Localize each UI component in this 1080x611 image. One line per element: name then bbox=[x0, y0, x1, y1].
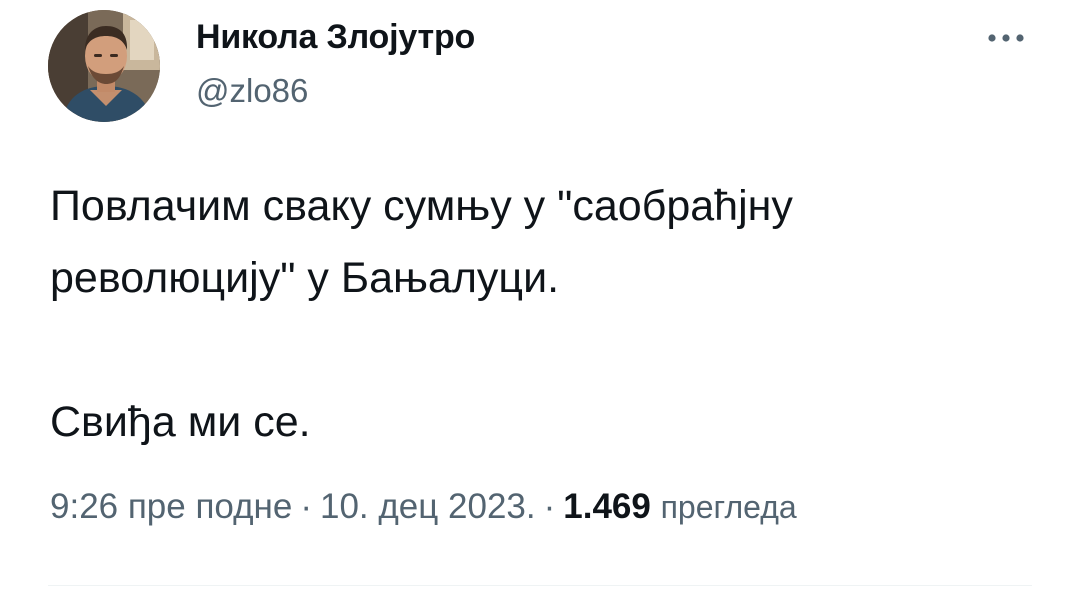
tweet-text: Повлачим сваку сумњу у "саобраћјну револ… bbox=[50, 170, 1030, 458]
avatar-photo bbox=[48, 10, 160, 122]
more-options-button[interactable] bbox=[984, 20, 1028, 56]
separator: · bbox=[300, 487, 312, 526]
more-horizontal-icon bbox=[988, 34, 1024, 42]
avatar[interactable] bbox=[48, 10, 160, 122]
author-name[interactable]: Никола Злојутро bbox=[196, 18, 475, 57]
views-label: прегледа bbox=[660, 489, 797, 525]
separator: · bbox=[543, 487, 556, 526]
views-count[interactable]: 1.469 bbox=[563, 487, 651, 526]
divider bbox=[48, 585, 1032, 586]
tweet: Никола Злојутро @zlo86 Повлачим сваку су… bbox=[0, 0, 1080, 611]
tweet-paragraph: Свиђа ми се. bbox=[50, 398, 311, 446]
tweet-time[interactable]: 9:26 пре подне bbox=[50, 487, 292, 526]
author-handle[interactable]: @zlo86 bbox=[196, 72, 308, 110]
tweet-metadata: 9:26 пре подне · 10. дец 2023. · 1.469 прегл… bbox=[50, 487, 797, 527]
tweet-date[interactable]: 10. дец 2023. bbox=[320, 487, 536, 526]
tweet-paragraph: Повлачим сваку сумњу у "саобраћјну револ… bbox=[50, 182, 793, 302]
